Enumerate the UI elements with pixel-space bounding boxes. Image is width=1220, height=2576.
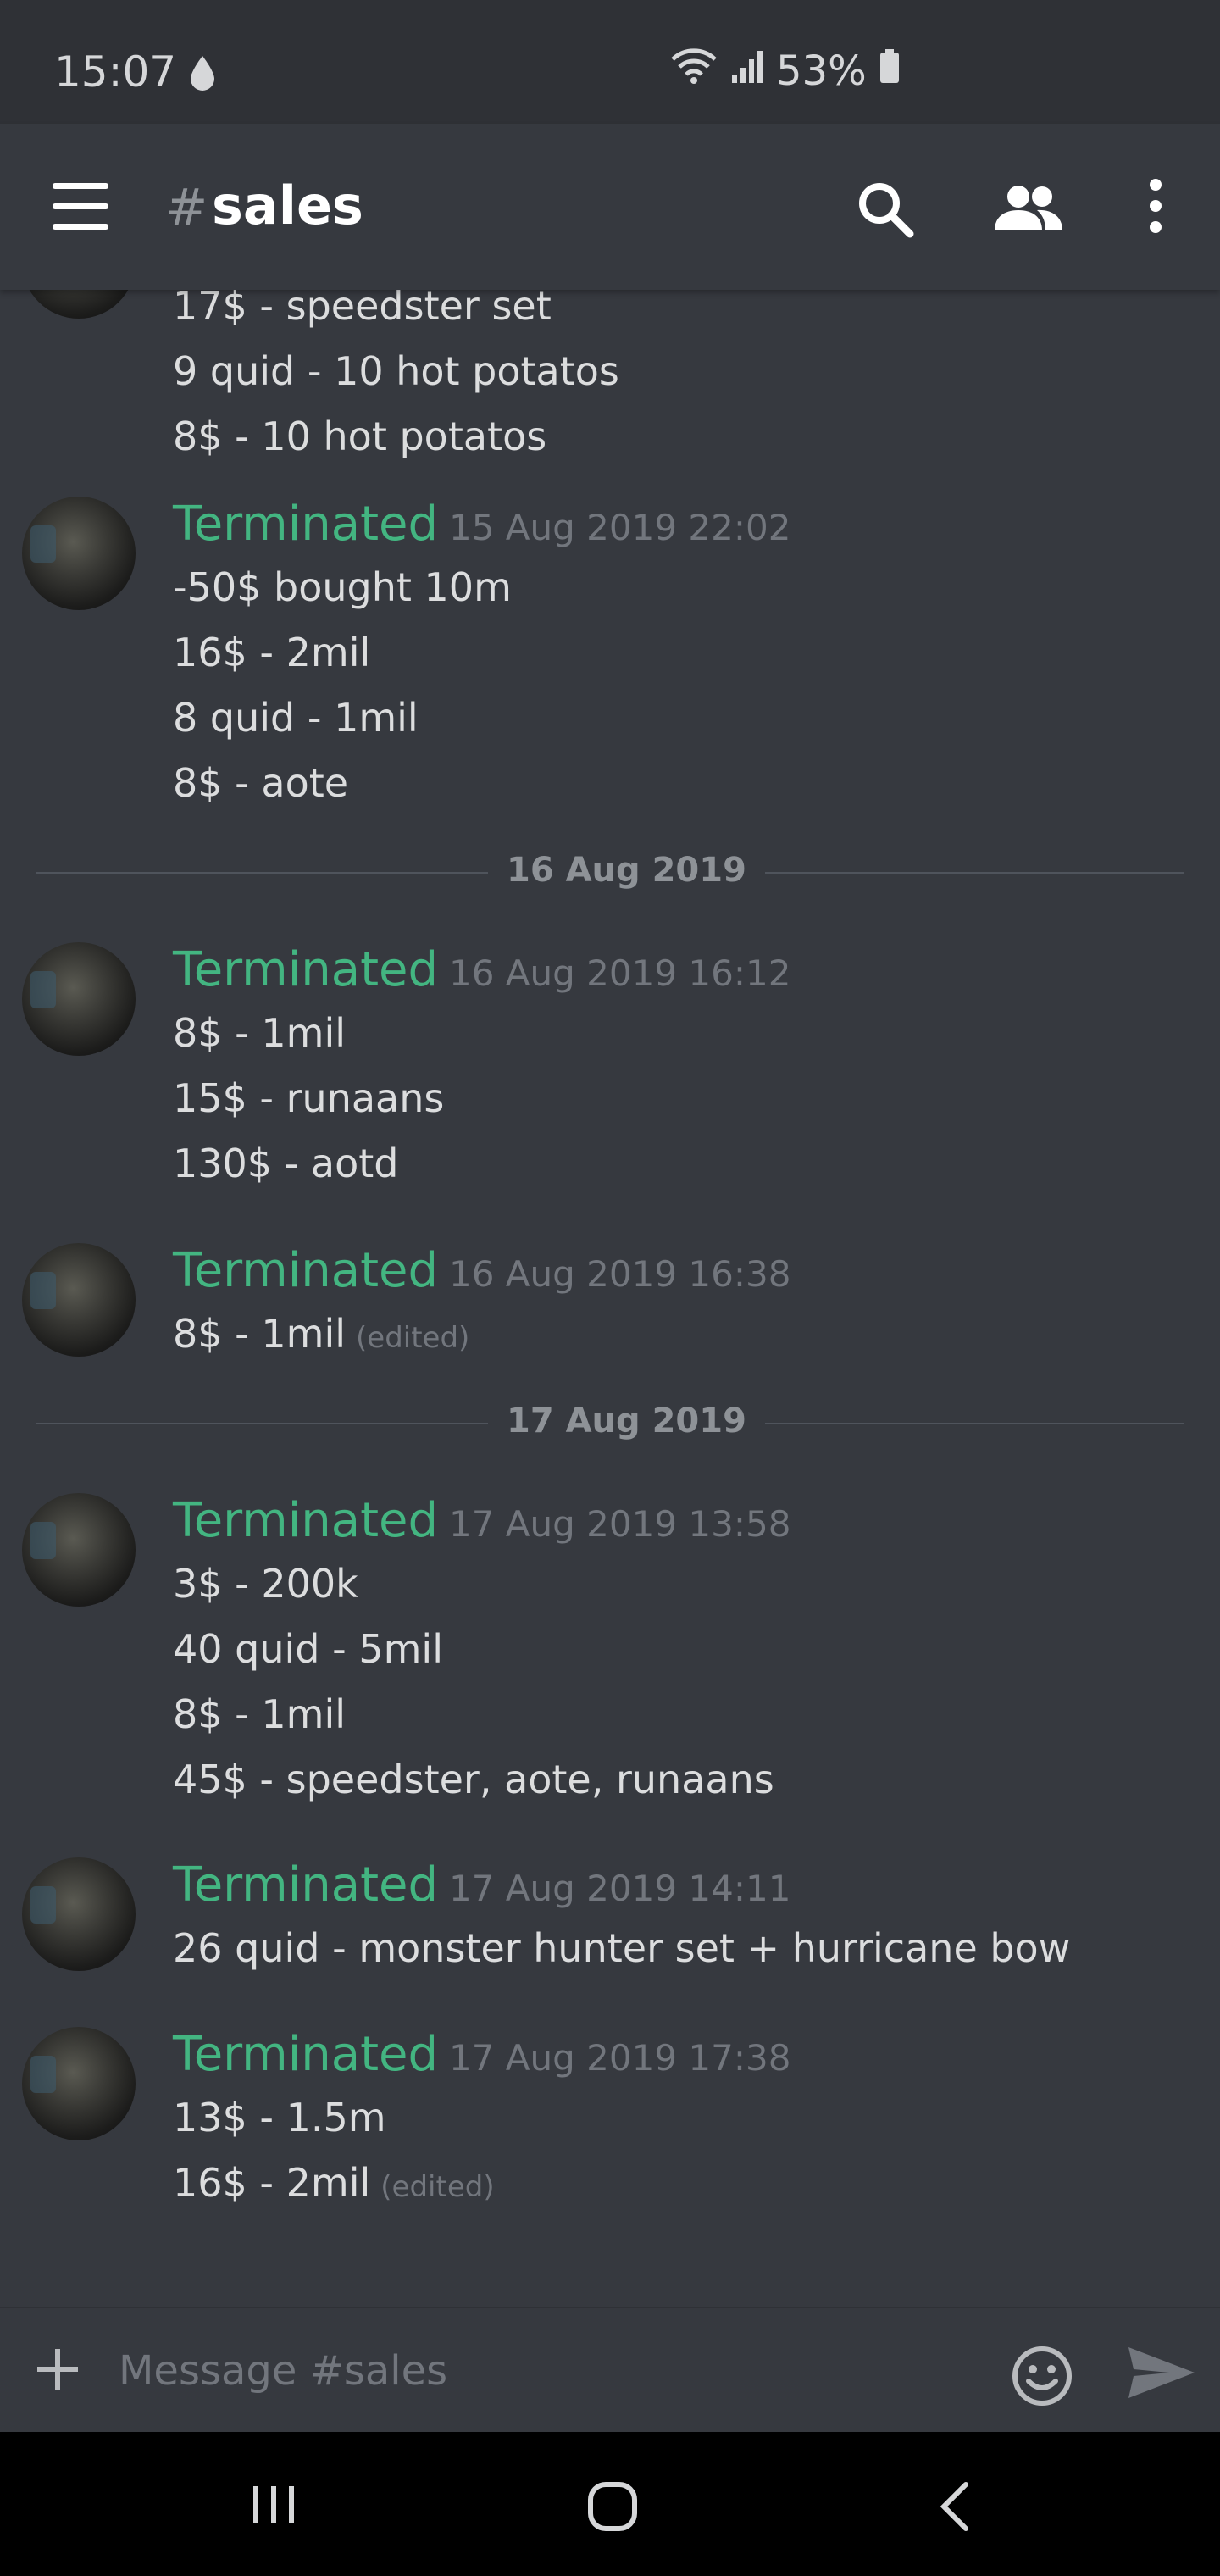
message-line: 9 quid - 10 hot potatos — [173, 348, 619, 394]
message-line: 8$ - 1mil (edited) — [173, 1311, 469, 1357]
back-icon[interactable] — [937, 2481, 971, 2535]
message-timestamp: 16 Aug 2019 16:12 — [449, 952, 791, 994]
message-timestamp: 17 Aug 2019 13:58 — [449, 1503, 791, 1545]
message-composer — [0, 2307, 1220, 2434]
message-line: 8$ - 1mil — [173, 1691, 347, 1737]
message-line: 16$ - 2mil (edited) — [173, 2160, 495, 2206]
avatar[interactable] — [22, 290, 136, 319]
message-author[interactable]: Terminated — [173, 497, 438, 552]
message-timestamp: 15 Aug 2019 22:02 — [449, 507, 791, 548]
message-timestamp: 17 Aug 2019 14:11 — [449, 1868, 791, 1909]
edited-label: (edited) — [356, 1321, 470, 1355]
message-line: 13$ - 1.5m — [173, 2095, 386, 2140]
signal-icon — [730, 47, 764, 95]
message-author[interactable]: Terminated — [173, 1493, 438, 1548]
message-line: 15$ - runaans — [173, 1075, 445, 1121]
message-line: 8$ - 10 hot potatos — [173, 414, 547, 459]
message-author[interactable]: Terminated — [173, 942, 438, 997]
avatar[interactable] — [22, 497, 136, 610]
status-bar: 15:07 53% — [0, 0, 1220, 124]
message-line: 17$ - speedster set — [173, 290, 552, 329]
message-line: -50$ bought 10m — [173, 564, 512, 610]
message-line: 3$ - 200k — [173, 1561, 358, 1607]
message-line: 26 quid - monster hunter set + hurricane… — [173, 1925, 1071, 1971]
status-time: 15:07 — [54, 47, 177, 97]
battery-percent: 53% — [776, 47, 867, 95]
message-timestamp: 16 Aug 2019 16:38 — [449, 1253, 791, 1295]
home-icon[interactable] — [587, 2481, 638, 2535]
message-text: 8$ - 1mil — [173, 1311, 347, 1357]
avatar[interactable] — [22, 1243, 136, 1357]
emoji-icon[interactable] — [1010, 2344, 1074, 2412]
date-divider-label: 17 Aug 2019 — [488, 1402, 765, 1441]
date-divider-label: 16 Aug 2019 — [488, 851, 765, 890]
send-icon[interactable] — [1127, 2346, 1196, 2403]
avatar[interactable] — [22, 2027, 136, 2140]
message-line: 130$ - aotd — [173, 1141, 399, 1186]
channel-title: sales — [212, 175, 363, 236]
plus-icon[interactable] — [34, 2346, 81, 2396]
message-line: 40 quid - 5mil — [173, 1626, 443, 1672]
message-line: 16$ - 2mil — [173, 630, 371, 675]
avatar[interactable] — [22, 1857, 136, 1971]
status-indicators: 53% — [669, 47, 901, 95]
avatar[interactable] — [22, 1493, 136, 1607]
edited-label: (edited) — [380, 2170, 495, 2204]
channel-header: # sales — [0, 124, 1220, 290]
message-line: 8$ - aote — [173, 760, 349, 806]
battery-icon — [879, 47, 901, 95]
message-author[interactable]: Terminated — [173, 2027, 438, 2082]
recent-apps-icon[interactable] — [250, 2481, 297, 2532]
message-timestamp: 17 Aug 2019 17:38 — [449, 2037, 791, 2079]
more-icon[interactable] — [1147, 176, 1164, 239]
message-input[interactable] — [117, 2334, 968, 2408]
message-line: 8 quid - 1mil — [173, 695, 419, 741]
message-line: 8$ - 1mil — [173, 1010, 347, 1056]
avatar[interactable] — [22, 942, 136, 1056]
channel-hash: # — [165, 178, 208, 237]
system-nav-bar — [0, 2432, 1220, 2576]
wifi-icon — [669, 47, 718, 95]
search-icon[interactable] — [856, 180, 915, 242]
drop-icon — [188, 54, 217, 95]
message-author[interactable]: Terminated — [173, 1857, 438, 1913]
message-text: 16$ - 2mil — [173, 2160, 371, 2206]
message-list[interactable]: 17$ - speedster set 9 quid - 10 hot pota… — [0, 290, 1220, 2307]
message-author[interactable]: Terminated — [173, 1243, 438, 1298]
message-line: 45$ - speedster, aote, runaans — [173, 1757, 774, 1802]
members-icon[interactable] — [993, 183, 1064, 237]
menu-icon[interactable] — [53, 183, 112, 230]
